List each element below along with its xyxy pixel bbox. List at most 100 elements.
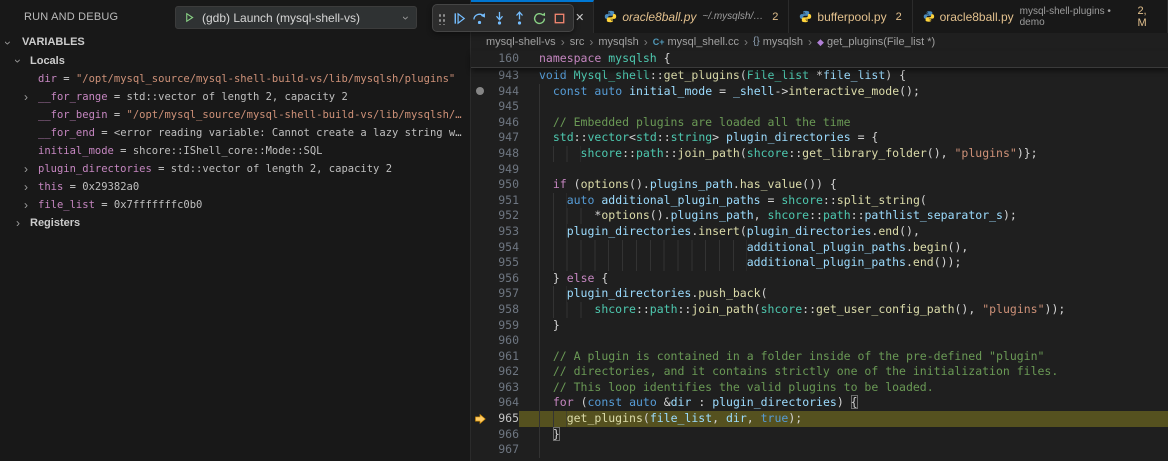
gutter[interactable]: [471, 286, 489, 302]
indent-guides: [539, 115, 553, 131]
gutter[interactable]: [471, 240, 489, 256]
variable-row-__for_end[interactable]: __for_end = <error reading variable: Can…: [0, 124, 469, 142]
line-content: auto additional_plugin_paths = shcore::s…: [519, 193, 1168, 209]
gutter[interactable]: [471, 115, 489, 131]
line-number: 955: [489, 255, 519, 271]
breadcrumb-item-mysqlsh[interactable]: mysqlsh: [598, 36, 638, 48]
line-content: shcore::path::join_path(shcore::get_libr…: [519, 146, 1168, 162]
breadcrumb-separator: ›: [561, 35, 565, 49]
breadcrumb-item-mysql-shell-vs[interactable]: mysql-shell-vs: [486, 36, 556, 48]
indent-guides: [539, 318, 553, 334]
gutter[interactable]: [471, 271, 489, 287]
cpp-icon: [653, 37, 665, 48]
chevron-right-icon[interactable]: ›: [24, 160, 28, 178]
tab-bufferpool.py-1[interactable]: bufferpool.py2: [789, 0, 912, 33]
line-content: get_plugins(file_list, dir, true);: [519, 411, 1168, 427]
gutter[interactable]: [471, 208, 489, 224]
breakpoint-gutter[interactable]: [471, 84, 489, 100]
chevron-down-icon[interactable]: ›: [399, 16, 413, 20]
drag-handle-icon[interactable]: [438, 12, 446, 25]
chevron-right-icon[interactable]: ›: [24, 88, 28, 106]
editor-code[interactable]: 160namespace mysqlsh {943void Mysql_shel…: [471, 51, 1168, 461]
chevron-down-icon[interactable]: ›: [1, 41, 15, 45]
line-number: 946: [489, 115, 519, 131]
variable-value: "/opt/mysql_source/mysql-shell-build-vs/…: [76, 73, 455, 85]
breadcrumb-separator: ›: [808, 35, 812, 49]
scope-row-registers[interactable]: ›Registers: [0, 214, 469, 232]
chevron-right-icon[interactable]: ›: [16, 214, 20, 232]
gutter[interactable]: [471, 162, 489, 178]
restart-button[interactable]: [531, 8, 548, 28]
indent-guides: [539, 333, 553, 349]
gutter[interactable]: [471, 177, 489, 193]
gutter[interactable]: [471, 302, 489, 318]
variable-row-plugin_directories[interactable]: ›plugin_directories = std::vector of len…: [0, 160, 469, 178]
variable-row-dir[interactable]: dir = "/opt/mysql_source/mysql-shell-bui…: [0, 70, 469, 88]
step-over-button[interactable]: [471, 8, 488, 28]
equals-sign: =: [152, 163, 171, 175]
gutter[interactable]: [471, 349, 489, 365]
gutter[interactable]: [471, 193, 489, 209]
gutter[interactable]: [471, 333, 489, 349]
variables-tree: ›Localsdir = "/opt/mysql_source/mysql-sh…: [0, 52, 469, 232]
line-number: 960: [489, 333, 519, 349]
breadcrumb-item-get-plugins-File-list-[interactable]: get_plugins(File_list *): [817, 36, 935, 48]
variables-section-header[interactable]: › VARIABLES: [0, 33, 470, 52]
tab-oracle8ball.py-0[interactable]: oracle8ball.py~/.mysqlsh/…2: [594, 0, 789, 33]
indent-guides: [539, 271, 553, 287]
variable-row-__for_range[interactable]: ›__for_range = std::vector of length 2, …: [0, 88, 469, 106]
gutter[interactable]: [471, 442, 489, 458]
close-icon[interactable]: ✕: [575, 11, 584, 24]
tab-oracle8ball.py-2[interactable]: oracle8ball.pymysql-shell-plugins • demo…: [913, 0, 1168, 33]
continue-button[interactable]: [451, 8, 468, 28]
gutter[interactable]: [471, 395, 489, 411]
equals-sign: =: [57, 73, 76, 85]
line-content: *options().plugins_path, shcore::path::p…: [519, 208, 1168, 224]
line-content: const auto initial_mode = _shell->intera…: [519, 84, 1168, 100]
breadcrumb-item-src[interactable]: src: [570, 36, 585, 48]
breadcrumb-item-mysqlsh[interactable]: mysqlsh: [753, 36, 803, 48]
gutter[interactable]: [471, 380, 489, 396]
step-into-button[interactable]: [491, 8, 508, 28]
code-line-967: 967: [471, 442, 1168, 458]
variable-name: __for_range: [38, 91, 108, 103]
gutter[interactable]: [471, 318, 489, 334]
gutter[interactable]: [471, 99, 489, 115]
gutter[interactable]: [471, 364, 489, 380]
start-debug-icon[interactable]: [184, 12, 195, 23]
indent-guides: [539, 99, 553, 115]
breadcrumb-item-mysql-shell-cc[interactable]: mysql_shell.cc: [653, 36, 739, 48]
indent-guides: [539, 286, 567, 302]
variable-value: 0x29382a0: [82, 181, 139, 193]
variable-row-initial_mode[interactable]: initial_mode = shcore::IShell_core::Mode…: [0, 142, 469, 160]
scope-row-locals[interactable]: ›Locals: [0, 52, 469, 70]
launch-config-dropdown[interactable]: (gdb) Launch (mysql-shell-vs) ›: [175, 6, 417, 29]
step-out-button[interactable]: [511, 8, 528, 28]
chevron-right-icon[interactable]: ›: [24, 196, 28, 214]
equals-sign: =: [63, 181, 82, 193]
gutter[interactable]: [471, 51, 489, 67]
variable-row-__for_begin[interactable]: __for_begin = "/opt/mysql_source/mysql-s…: [0, 106, 469, 124]
gutter[interactable]: [471, 427, 489, 443]
chevron-right-icon[interactable]: ›: [24, 178, 28, 196]
chevron-down-icon[interactable]: ›: [9, 59, 27, 63]
line-number: 954: [489, 240, 519, 256]
stop-button[interactable]: [551, 8, 568, 28]
gutter[interactable]: [471, 130, 489, 146]
current-frame-gutter[interactable]: [471, 411, 489, 427]
variable-row-this[interactable]: ›this = 0x29382a0: [0, 178, 469, 196]
variable-row-file_list[interactable]: ›file_list = 0x7fffffffc0b0: [0, 196, 469, 214]
gutter[interactable]: [471, 146, 489, 162]
indent-guides: [539, 349, 553, 365]
indent-guides: [539, 177, 553, 193]
gutter[interactable]: [471, 255, 489, 271]
line-number: 944: [489, 84, 519, 100]
variable-value: 0x7fffffffc0b0: [114, 199, 203, 211]
gutter[interactable]: [471, 68, 489, 84]
code-line-943: 943void Mysql_shell::get_plugins(File_li…: [471, 68, 1168, 84]
code-line-949: 949: [471, 162, 1168, 178]
gutter[interactable]: [471, 224, 489, 240]
tab-bar-tabs: oracle8ball.py~/.mysqlsh/…2 bufferpool.p…: [594, 0, 1168, 33]
code-line-953: 953 plugin_directories.insert(plugin_dir…: [471, 224, 1168, 240]
python-icon: [923, 10, 935, 23]
